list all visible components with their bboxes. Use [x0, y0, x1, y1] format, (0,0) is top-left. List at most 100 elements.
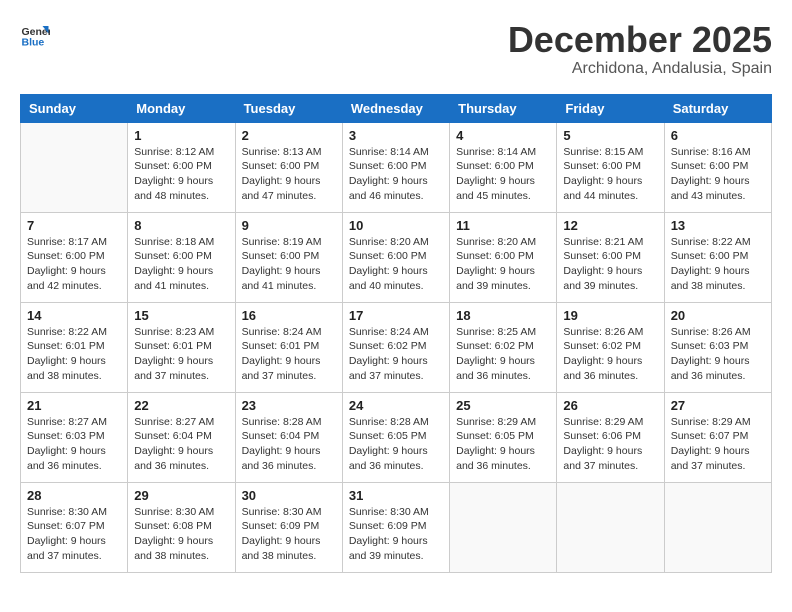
day-info: Sunrise: 8:30 AM Sunset: 6:09 PM Dayligh…	[242, 505, 336, 564]
day-info: Sunrise: 8:24 AM Sunset: 6:01 PM Dayligh…	[242, 325, 336, 384]
week-row-3: 21Sunrise: 8:27 AM Sunset: 6:03 PM Dayli…	[21, 392, 772, 482]
day-info: Sunrise: 8:23 AM Sunset: 6:01 PM Dayligh…	[134, 325, 228, 384]
day-info: Sunrise: 8:30 AM Sunset: 6:09 PM Dayligh…	[349, 505, 443, 564]
week-row-0: 1 Sunrise: 8:12 AM Sunset: 6:00 PM Daylig…	[21, 122, 772, 212]
calendar-cell: 28 Sunrise: 8:30 AM Sunset: 6:07 PM Dayli…	[21, 482, 128, 572]
calendar-cell: 1 Sunrise: 8:12 AM Sunset: 6:00 PM Daylig…	[128, 122, 235, 212]
day-info: Sunrise: 8:30 AM Sunset: 6:08 PM Dayligh…	[134, 505, 228, 564]
calendar-table: SundayMondayTuesdayWednesdayThursdayFrid…	[20, 94, 772, 573]
day-number: 26	[563, 398, 657, 413]
calendar-cell: 8 Sunrise: 8:18 AM Sunset: 6:00 PM Daylig…	[128, 212, 235, 302]
calendar-cell: 4Sunrise: 8:14 AM Sunset: 6:00 PM Daylig…	[450, 122, 557, 212]
day-number: 7	[27, 218, 121, 233]
logo-icon: General Blue	[20, 20, 50, 50]
day-number: 6	[671, 128, 765, 143]
calendar-cell: 14Sunrise: 8:22 AM Sunset: 6:01 PM Dayli…	[21, 302, 128, 392]
day-info: Sunrise: 8:29 AM Sunset: 6:06 PM Dayligh…	[563, 415, 657, 474]
calendar-cell: 10 Sunrise: 8:20 AM Sunset: 6:00 PM Dayli…	[342, 212, 449, 302]
day-info: Sunrise: 8:15 AM Sunset: 6:00 PM Dayligh…	[563, 145, 657, 204]
calendar-cell: 18Sunrise: 8:25 AM Sunset: 6:02 PM Dayli…	[450, 302, 557, 392]
day-info: Sunrise: 8:22 AM Sunset: 6:00 PM Dayligh…	[671, 235, 765, 294]
day-number: 23	[242, 398, 336, 413]
calendar-cell: 2 Sunrise: 8:13 AM Sunset: 6:00 PM Daylig…	[235, 122, 342, 212]
calendar-cell: 24 Sunrise: 8:28 AM Sunset: 6:05 PM Dayli…	[342, 392, 449, 482]
day-info: Sunrise: 8:24 AM Sunset: 6:02 PM Dayligh…	[349, 325, 443, 384]
day-header-tuesday: Tuesday	[235, 94, 342, 122]
calendar-cell: 30 Sunrise: 8:30 AM Sunset: 6:09 PM Dayli…	[235, 482, 342, 572]
day-info: Sunrise: 8:14 AM Sunset: 6:00 PM Dayligh…	[349, 145, 443, 204]
calendar-cell: 26 Sunrise: 8:29 AM Sunset: 6:06 PM Dayli…	[557, 392, 664, 482]
calendar-cell: 19Sunrise: 8:26 AM Sunset: 6:02 PM Dayli…	[557, 302, 664, 392]
day-header-thursday: Thursday	[450, 94, 557, 122]
day-number: 29	[134, 488, 228, 503]
day-number: 22	[134, 398, 228, 413]
calendar-cell	[664, 482, 771, 572]
calendar-cell: 22 Sunrise: 8:27 AM Sunset: 6:04 PM Dayli…	[128, 392, 235, 482]
day-info: Sunrise: 8:29 AM Sunset: 6:07 PM Dayligh…	[671, 415, 765, 474]
calendar-cell: 21Sunrise: 8:27 AM Sunset: 6:03 PM Dayli…	[21, 392, 128, 482]
day-info: Sunrise: 8:30 AM Sunset: 6:07 PM Dayligh…	[27, 505, 121, 564]
calendar-cell: 25Sunrise: 8:29 AM Sunset: 6:05 PM Dayli…	[450, 392, 557, 482]
day-info: Sunrise: 8:26 AM Sunset: 6:03 PM Dayligh…	[671, 325, 765, 384]
title-area: December 2025 Archidona, Andalusia, Spai…	[508, 20, 772, 78]
day-info: Sunrise: 8:12 AM Sunset: 6:00 PM Dayligh…	[134, 145, 228, 204]
calendar-cell: 16 Sunrise: 8:24 AM Sunset: 6:01 PM Dayli…	[235, 302, 342, 392]
day-header-saturday: Saturday	[664, 94, 771, 122]
calendar-cell: 20 Sunrise: 8:26 AM Sunset: 6:03 PM Dayli…	[664, 302, 771, 392]
day-number: 27	[671, 398, 765, 413]
calendar-cell: 6 Sunrise: 8:16 AM Sunset: 6:00 PM Daylig…	[664, 122, 771, 212]
day-info: Sunrise: 8:20 AM Sunset: 6:00 PM Dayligh…	[456, 235, 550, 294]
day-info: Sunrise: 8:21 AM Sunset: 6:00 PM Dayligh…	[563, 235, 657, 294]
day-info: Sunrise: 8:20 AM Sunset: 6:00 PM Dayligh…	[349, 235, 443, 294]
calendar-cell: 11 Sunrise: 8:20 AM Sunset: 6:00 PM Dayli…	[450, 212, 557, 302]
calendar-cell	[557, 482, 664, 572]
day-number: 15	[134, 308, 228, 323]
day-number: 18	[456, 308, 550, 323]
calendar-cell: 12Sunrise: 8:21 AM Sunset: 6:00 PM Dayli…	[557, 212, 664, 302]
day-number: 16	[242, 308, 336, 323]
day-number: 11	[456, 218, 550, 233]
day-number: 2	[242, 128, 336, 143]
day-number: 13	[671, 218, 765, 233]
day-number: 17	[349, 308, 443, 323]
day-number: 8	[134, 218, 228, 233]
svg-text:Blue: Blue	[22, 37, 45, 49]
day-number: 31	[349, 488, 443, 503]
day-info: Sunrise: 8:28 AM Sunset: 6:05 PM Dayligh…	[349, 415, 443, 474]
calendar-cell: 9 Sunrise: 8:19 AM Sunset: 6:00 PM Daylig…	[235, 212, 342, 302]
calendar-cell: 13 Sunrise: 8:22 AM Sunset: 6:00 PM Dayli…	[664, 212, 771, 302]
calendar-cell: 23Sunrise: 8:28 AM Sunset: 6:04 PM Dayli…	[235, 392, 342, 482]
day-info: Sunrise: 8:16 AM Sunset: 6:00 PM Dayligh…	[671, 145, 765, 204]
day-info: Sunrise: 8:18 AM Sunset: 6:00 PM Dayligh…	[134, 235, 228, 294]
logo: General Blue	[20, 20, 50, 50]
day-number: 30	[242, 488, 336, 503]
calendar-cell	[450, 482, 557, 572]
calendar-cell: 29 Sunrise: 8:30 AM Sunset: 6:08 PM Dayli…	[128, 482, 235, 572]
day-number: 24	[349, 398, 443, 413]
day-number: 1	[134, 128, 228, 143]
day-number: 9	[242, 218, 336, 233]
calendar-cell: 7Sunrise: 8:17 AM Sunset: 6:00 PM Daylig…	[21, 212, 128, 302]
calendar-cell: 5 Sunrise: 8:15 AM Sunset: 6:00 PM Daylig…	[557, 122, 664, 212]
day-number: 14	[27, 308, 121, 323]
day-number: 10	[349, 218, 443, 233]
day-number: 5	[563, 128, 657, 143]
month-title: December 2025	[508, 20, 772, 60]
day-number: 3	[349, 128, 443, 143]
day-info: Sunrise: 8:27 AM Sunset: 6:04 PM Dayligh…	[134, 415, 228, 474]
day-number: 19	[563, 308, 657, 323]
day-number: 21	[27, 398, 121, 413]
day-number: 28	[27, 488, 121, 503]
day-info: Sunrise: 8:14 AM Sunset: 6:00 PM Dayligh…	[456, 145, 550, 204]
calendar-cell: 17 Sunrise: 8:24 AM Sunset: 6:02 PM Dayli…	[342, 302, 449, 392]
week-row-1: 7Sunrise: 8:17 AM Sunset: 6:00 PM Daylig…	[21, 212, 772, 302]
day-header-sunday: Sunday	[21, 94, 128, 122]
calendar-cell: 3 Sunrise: 8:14 AM Sunset: 6:00 PM Daylig…	[342, 122, 449, 212]
day-number: 20	[671, 308, 765, 323]
header: General Blue December 2025 Archidona, An…	[20, 20, 772, 78]
day-info: Sunrise: 8:13 AM Sunset: 6:00 PM Dayligh…	[242, 145, 336, 204]
week-row-4: 28 Sunrise: 8:30 AM Sunset: 6:07 PM Dayli…	[21, 482, 772, 572]
day-header-monday: Monday	[128, 94, 235, 122]
day-info: Sunrise: 8:19 AM Sunset: 6:00 PM Dayligh…	[242, 235, 336, 294]
location-subtitle: Archidona, Andalusia, Spain	[508, 60, 772, 78]
